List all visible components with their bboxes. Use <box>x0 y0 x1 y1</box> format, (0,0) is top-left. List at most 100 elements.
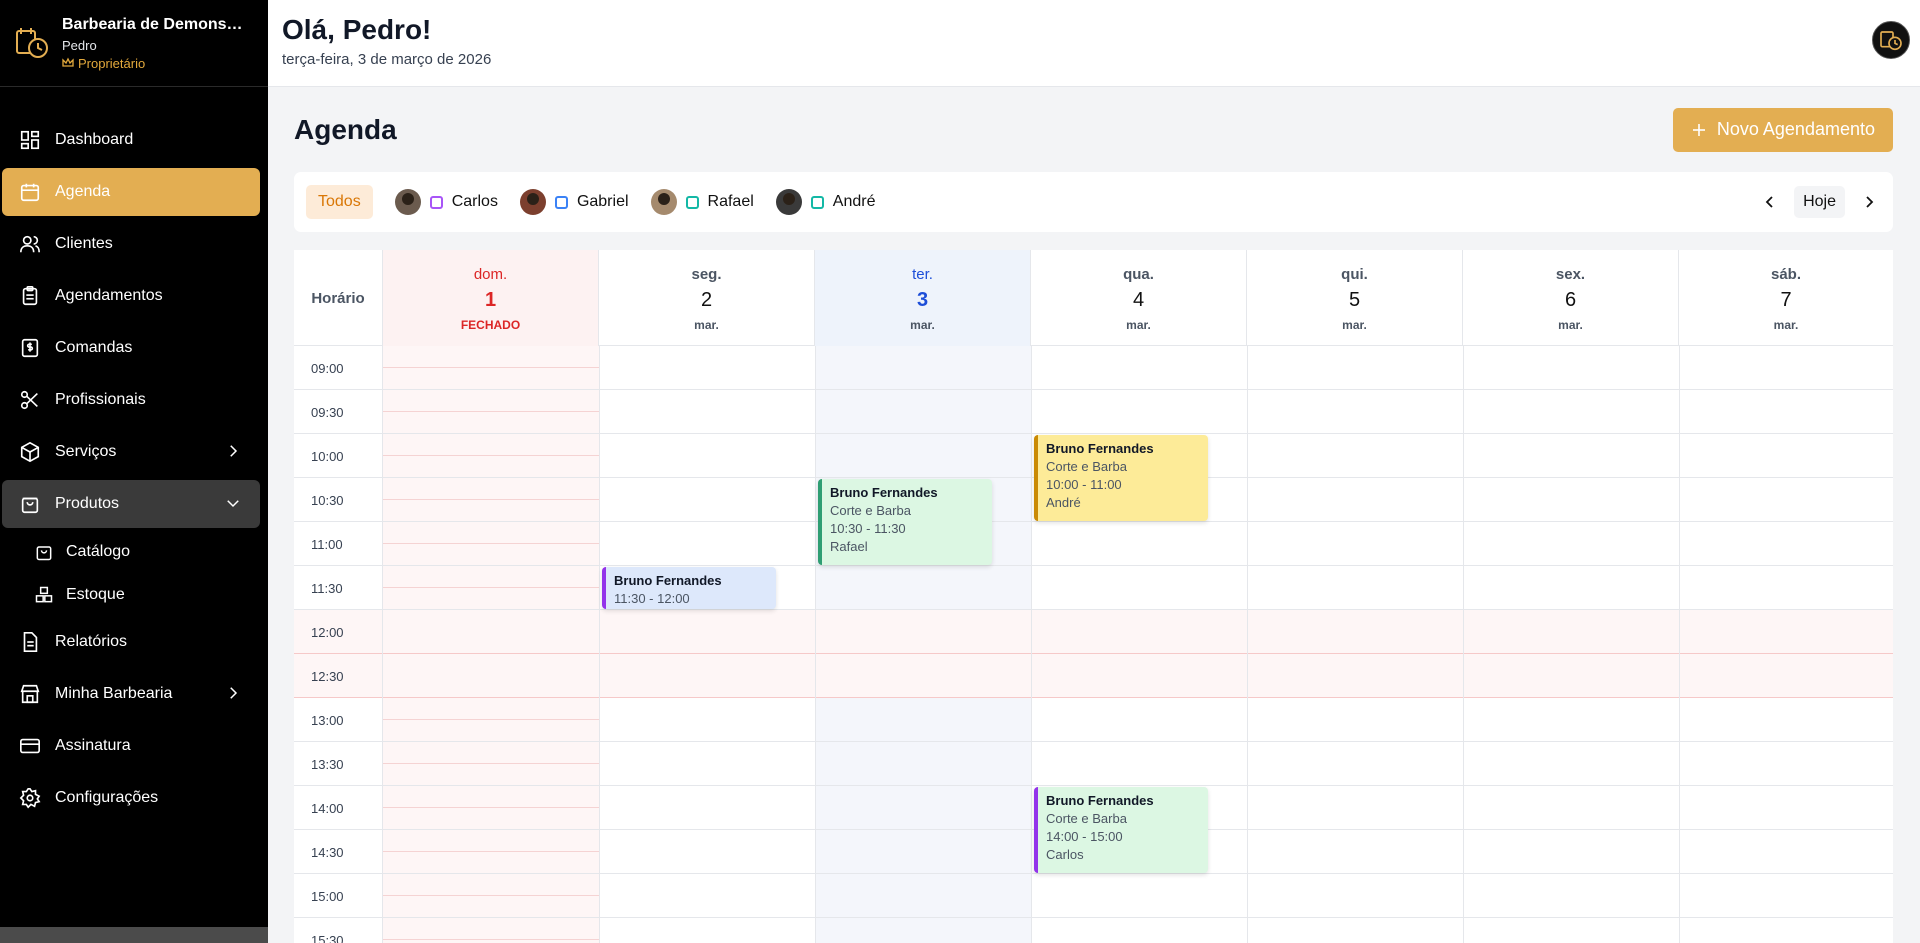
barbershop-logo-icon <box>1880 31 1902 51</box>
filter-professional-rafael[interactable]: Rafael <box>650 189 754 215</box>
sidebar-item-agendamentos[interactable]: Agendamentos <box>2 272 260 320</box>
appointment-professional: André <box>1046 495 1081 510</box>
month-label: mar. <box>1126 318 1151 332</box>
day-number: 5 <box>1348 289 1361 311</box>
file-text-icon <box>23 632 38 652</box>
sidebar-item-dashboard[interactable]: Dashboard <box>2 116 260 164</box>
sidebar-item-label: Clientes <box>55 235 113 252</box>
calendar-body: 09:00 09:30 10:00 10:30 11:00 11:30 12:00 12:30… <box>294 346 1893 943</box>
sidebar-item-minha-barbearia[interactable]: Minha Barbearia <box>2 670 260 718</box>
appointment-professional: Carlos <box>1046 847 1084 862</box>
sidebar-subitem-catalogo[interactable]: Catálogo <box>2 532 260 572</box>
sidebar-item-label: Serviços <box>55 443 117 460</box>
time-row: 15:00 <box>294 874 1893 918</box>
day-of-week: qua. <box>1123 266 1154 283</box>
appointment-card[interactable]: Bruno Fernandes Corte e Barba 14:00 - 15:0… <box>1034 787 1208 873</box>
appointment-card[interactable]: Bruno Fernandes Corte e Barba 10:30 - 11:3… <box>818 479 992 565</box>
day-number: 4 <box>1132 289 1145 311</box>
filter-professional-gabriel[interactable]: Gabriel <box>519 189 629 215</box>
page-title: Agenda <box>294 113 397 145</box>
previous-week-button[interactable] <box>1758 190 1782 214</box>
sidebar-item-profissionais[interactable]: Profissionais <box>2 376 260 424</box>
brand: Barbearia de Demonstr... Pedro Proprietá… <box>0 0 268 87</box>
column-divider <box>599 346 600 943</box>
calendar-icon <box>20 183 40 202</box>
store-icon <box>20 684 40 704</box>
day-of-week: sáb. <box>1770 266 1801 283</box>
next-week-button[interactable] <box>1857 190 1881 214</box>
day-header-monday[interactable]: seg. 2 mar. <box>599 250 815 346</box>
catalog-icon <box>36 546 52 561</box>
avatar <box>650 189 677 215</box>
day-of-week: qui. <box>1341 266 1368 283</box>
month-label: mar. <box>1558 318 1583 332</box>
day-of-week: ter. <box>912 266 933 283</box>
column-divider <box>1463 346 1464 943</box>
appointment-professional: Rafael <box>830 539 868 554</box>
sidebar-subitem-label: Estoque <box>66 586 125 603</box>
day-header-thursday[interactable]: qui. 5 mar. <box>1247 250 1463 346</box>
crown-icon <box>62 57 74 67</box>
appointment-time: 10:00 - 11:00 <box>1046 477 1122 492</box>
sidebar-item-label: Configurações <box>55 789 159 806</box>
time-label: 15:30 <box>294 918 383 943</box>
user-avatar[interactable] <box>1872 21 1910 59</box>
column-divider <box>1679 346 1680 943</box>
appointment-service: Corte e Barba <box>1046 811 1127 826</box>
sidebar-item-clientes[interactable]: Clientes <box>2 220 260 268</box>
month-label: mar. <box>1773 318 1799 332</box>
credit-card-icon <box>20 738 40 754</box>
sidebar-item-label: Assinatura <box>55 737 131 754</box>
sidebar-footer <box>0 927 268 943</box>
new-appointment-button[interactable]: Novo Agendamento <box>1672 107 1893 152</box>
day-header-friday[interactable]: sex. 6 mar. <box>1463 250 1679 346</box>
month-label: mar. <box>694 318 719 332</box>
appointment-client: Bruno Fernandes <box>830 485 938 500</box>
time-label: 10:00 <box>294 434 383 478</box>
appointment-card[interactable]: Bruno Fernandes Corte e Barba 10:00 - 11:0… <box>1034 435 1208 521</box>
sidebar-item-configuracoes[interactable]: Configurações <box>2 774 260 822</box>
brand-role: Proprietário <box>62 56 247 71</box>
professional-color-box <box>810 195 824 209</box>
today-button[interactable]: Hoje <box>1794 186 1845 218</box>
time-row: 15:30 <box>294 918 1893 943</box>
day-header-saturday[interactable]: sáb. 7 mar. <box>1679 250 1893 346</box>
avatar <box>519 189 546 215</box>
sidebar-item-produtos[interactable]: Produtos <box>2 480 260 528</box>
receipt-icon <box>21 338 39 358</box>
closed-label: FECHADO <box>460 318 521 332</box>
month-label: mar. <box>1342 318 1367 332</box>
top-header: Olá, Pedro! terça-feira, 3 de março de 2… <box>268 0 1920 87</box>
time-row: 09:30 <box>294 390 1893 434</box>
filter-professional-andre[interactable]: André <box>775 189 875 215</box>
time-label: 14:30 <box>294 830 383 874</box>
filter-professional-carlos[interactable]: Carlos <box>394 189 498 215</box>
appointment-client: Bruno Fernandes <box>1046 441 1154 456</box>
day-header-wednesday[interactable]: qua. 4 mar. <box>1031 250 1247 346</box>
chevron-right-icon <box>1866 196 1874 208</box>
month-label: mar. <box>910 318 935 332</box>
time-row: 12:00 <box>294 610 1893 654</box>
sidebar-item-label: Dashboard <box>55 131 134 148</box>
sidebar-item-assinatura[interactable]: Assinatura <box>2 722 260 770</box>
filter-all-chip[interactable]: Todos <box>306 185 373 219</box>
time-column-header: Horário <box>294 250 383 346</box>
appointment-service: Corte e Barba <box>830 503 911 518</box>
time-label: 13:00 <box>294 698 383 742</box>
time-label: 09:30 <box>294 390 383 434</box>
professional-name: Rafael <box>707 193 754 210</box>
sidebar-item-relatorios[interactable]: Relatórios <box>2 618 260 666</box>
day-header-tuesday[interactable]: ter. 3 mar. <box>815 250 1031 346</box>
sidebar-item-comandas[interactable]: Comandas <box>2 324 260 372</box>
sidebar-item-servicos[interactable]: Serviços <box>2 428 260 476</box>
sidebar-item-label: Minha Barbearia <box>55 685 173 702</box>
appointment-service: Corte e Barba <box>1046 459 1127 474</box>
sidebar-item-agenda[interactable]: Agenda <box>2 168 260 216</box>
brand-title: Barbearia de Demonstr... <box>62 15 247 33</box>
column-divider <box>1031 346 1032 943</box>
appointment-card[interactable]: Bruno Fernandes 11:30 - 12:00 <box>602 567 776 609</box>
time-label: 12:00 <box>294 610 383 654</box>
sidebar-nav: Dashboard Agenda Clientes Agendamentos C… <box>0 87 268 822</box>
sidebar-subitem-estoque[interactable]: Estoque <box>2 575 260 615</box>
time-row: 13:30 <box>294 742 1893 786</box>
